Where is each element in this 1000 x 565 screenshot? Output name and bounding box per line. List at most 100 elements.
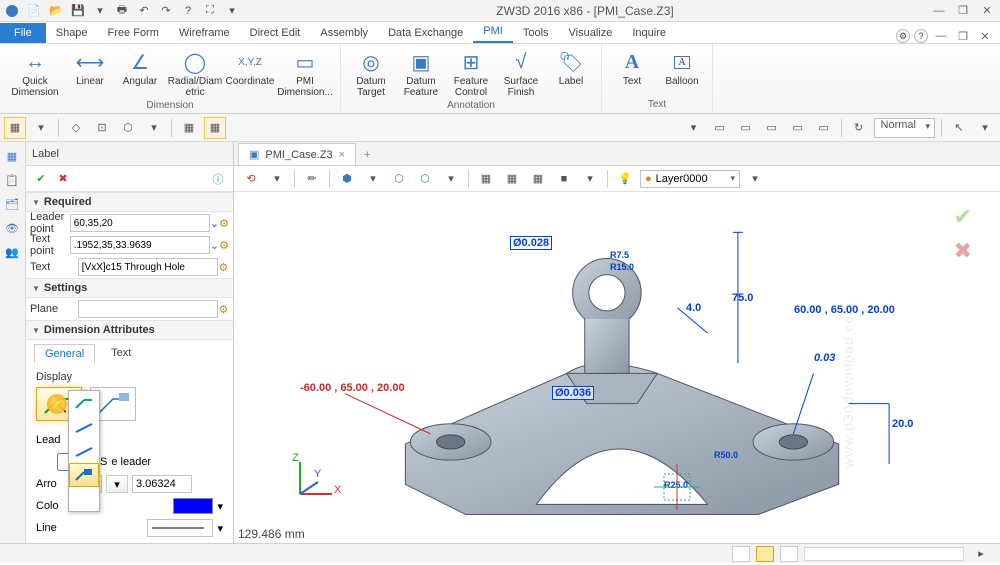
vt-more-icon[interactable]: ▾ [266, 168, 288, 190]
open-icon[interactable]: 📂 [48, 3, 64, 19]
vt-exit-icon[interactable]: ⟲ [240, 168, 262, 190]
text-input[interactable] [78, 258, 218, 276]
text-settings-icon[interactable]: ⚙ [218, 261, 229, 274]
label-button[interactable]: 🏷Label [547, 46, 595, 89]
ribbon-help-icon[interactable]: ? [914, 29, 928, 43]
vt-wire-dropdown-icon[interactable]: ▾ [440, 168, 462, 190]
whatsthis-icon[interactable]: ? [180, 3, 196, 19]
flyout-style-2[interactable] [69, 415, 99, 439]
subtab-text[interactable]: Text [101, 344, 141, 363]
status-view2-icon[interactable] [756, 546, 774, 562]
sidebar-users-icon[interactable]: 👥 [2, 242, 22, 262]
vt-dark-icon[interactable]: ■ [553, 168, 575, 190]
large-ok-icon[interactable]: ✔ [954, 204, 972, 230]
vt-section-icon[interactable]: ▦ [475, 168, 497, 190]
text-point-input[interactable] [70, 236, 210, 254]
vt-shaded-dropdown-icon[interactable]: ▾ [362, 168, 384, 190]
balloon-button[interactable]: ABalloon [658, 46, 706, 89]
view-right-icon[interactable]: ▭ [761, 117, 783, 139]
arrow-size-input[interactable] [132, 475, 192, 493]
refresh-icon[interactable]: ↻ [848, 117, 870, 139]
quick-dimension-button[interactable]: ↔︎Quick Dimension [6, 46, 64, 100]
vt-hlr-icon[interactable]: ⬡ [388, 168, 410, 190]
vt-gray-icon[interactable]: ▦ [527, 168, 549, 190]
section-settings[interactable]: Settings [26, 278, 233, 298]
section-required[interactable]: Required [26, 192, 233, 212]
leader-point-settings-icon[interactable]: ⚙ [219, 217, 229, 230]
mdi-close-icon[interactable]: ✕ [976, 29, 994, 43]
status-view3-icon[interactable] [780, 546, 798, 562]
text-point-settings-icon[interactable]: ⚙ [219, 239, 229, 252]
sidebar-assembly-icon[interactable]: 🗂 [2, 194, 22, 214]
vt-wire-icon[interactable]: ⬡ [414, 168, 436, 190]
leader-point-dropdown-icon[interactable]: ⌄ [210, 217, 219, 230]
status-view1-icon[interactable] [732, 546, 750, 562]
tab-assembly[interactable]: Assembly [310, 23, 378, 43]
doc-add-icon[interactable]: + [356, 145, 378, 165]
view-top-icon[interactable]: ▭ [709, 117, 731, 139]
tab-shape[interactable]: Shape [46, 23, 98, 43]
tab-tools[interactable]: Tools [513, 23, 559, 43]
vt-light-icon[interactable]: 💡 [614, 168, 636, 190]
flyout-style-3[interactable] [69, 439, 99, 463]
flyout-style-1[interactable] [69, 391, 99, 415]
view-iso-icon[interactable]: ▭ [787, 117, 809, 139]
pick-edge-icon[interactable]: ⊡ [91, 117, 113, 139]
mdi-restore-icon[interactable]: ❐ [954, 29, 972, 43]
tab-visualize[interactable]: Visualize [559, 23, 623, 43]
cancel-icon[interactable]: ✖ [52, 168, 74, 190]
selection-icon[interactable]: ▾ [974, 117, 996, 139]
orient-gizmo[interactable] [654, 464, 700, 513]
orient-icon[interactable]: ▾ [683, 117, 705, 139]
view-front-icon[interactable]: ▭ [735, 117, 757, 139]
plane-settings-icon[interactable]: ⚙ [218, 303, 229, 316]
tab-freeform[interactable]: Free Form [98, 23, 169, 43]
fullscreen-icon[interactable]: ⛶ [202, 3, 218, 19]
line-dropdown-icon[interactable]: ▾ [217, 522, 223, 535]
color-swatch[interactable] [173, 498, 213, 514]
tab-wireframe[interactable]: Wireframe [169, 23, 240, 43]
arrow-style-dropdown-icon[interactable]: ▾ [106, 475, 128, 493]
section-dimattrs[interactable]: Dimension Attributes [26, 320, 233, 340]
display-mode-combo[interactable]: Normal [874, 118, 935, 138]
cursor-icon[interactable]: ↖ [948, 117, 970, 139]
large-cancel-icon[interactable]: ✖ [954, 238, 972, 264]
mdi-minimize-icon[interactable]: — [932, 29, 950, 43]
layer-manager-icon[interactable]: ▾ [744, 168, 766, 190]
tab-pmi[interactable]: PMI [473, 21, 513, 43]
tab-directedit[interactable]: Direct Edit [240, 23, 311, 43]
pick-face-icon[interactable]: ◇ [65, 117, 87, 139]
undo-icon[interactable]: ↶ [136, 3, 152, 19]
radialdiam-button[interactable]: ◯Radial/Diam etric [166, 46, 224, 100]
datum-target-button[interactable]: ◎Datum Target [347, 46, 395, 100]
vt-eraser-icon[interactable]: ✏ [301, 168, 323, 190]
linear-dim-button[interactable]: ⟷Linear [66, 46, 114, 89]
text-button[interactable]: AText [608, 46, 656, 89]
app-icon[interactable] [4, 3, 20, 19]
line-style-combo[interactable] [147, 519, 213, 537]
print-icon[interactable]: 🖶 [114, 3, 130, 19]
pick-point-icon[interactable]: ▾ [143, 117, 165, 139]
filter-active-icon[interactable]: ▦ [204, 117, 226, 139]
subtab-general[interactable]: General [34, 344, 95, 363]
layer-combo[interactable]: ● Layer0000 [640, 170, 740, 188]
coordinate-dim-button[interactable]: X,Y,ZCoordinate [226, 46, 274, 89]
select-dropdown-icon[interactable]: ▾ [30, 117, 52, 139]
ok-icon[interactable]: ✔ [30, 168, 52, 190]
sidebar-view-icon[interactable]: 👁 [2, 218, 22, 238]
info-icon[interactable]: ⓘ [207, 168, 229, 190]
save-dropdown-icon[interactable]: ▾ [92, 3, 108, 19]
tab-dataexchange[interactable]: Data Exchange [378, 23, 473, 43]
datum-feature-button[interactable]: ▣Datum Feature [397, 46, 445, 100]
vt-clip-icon[interactable]: ▦ [501, 168, 523, 190]
flyout-style-5[interactable] [69, 487, 99, 511]
status-expand-icon[interactable]: ▸ [970, 543, 992, 565]
tab-inquire[interactable]: Inquire [622, 23, 676, 43]
tab-file[interactable]: File [0, 23, 46, 43]
doc-tab-close-icon[interactable]: × [339, 149, 345, 161]
filter-icon[interactable]: ▦ [178, 117, 200, 139]
select-mode-icon[interactable]: ▦ [4, 117, 26, 139]
close-icon[interactable]: ✕ [978, 4, 996, 18]
qat-more-icon[interactable]: ▾ [224, 3, 240, 19]
sidebar-history-icon[interactable]: 📋 [2, 170, 22, 190]
